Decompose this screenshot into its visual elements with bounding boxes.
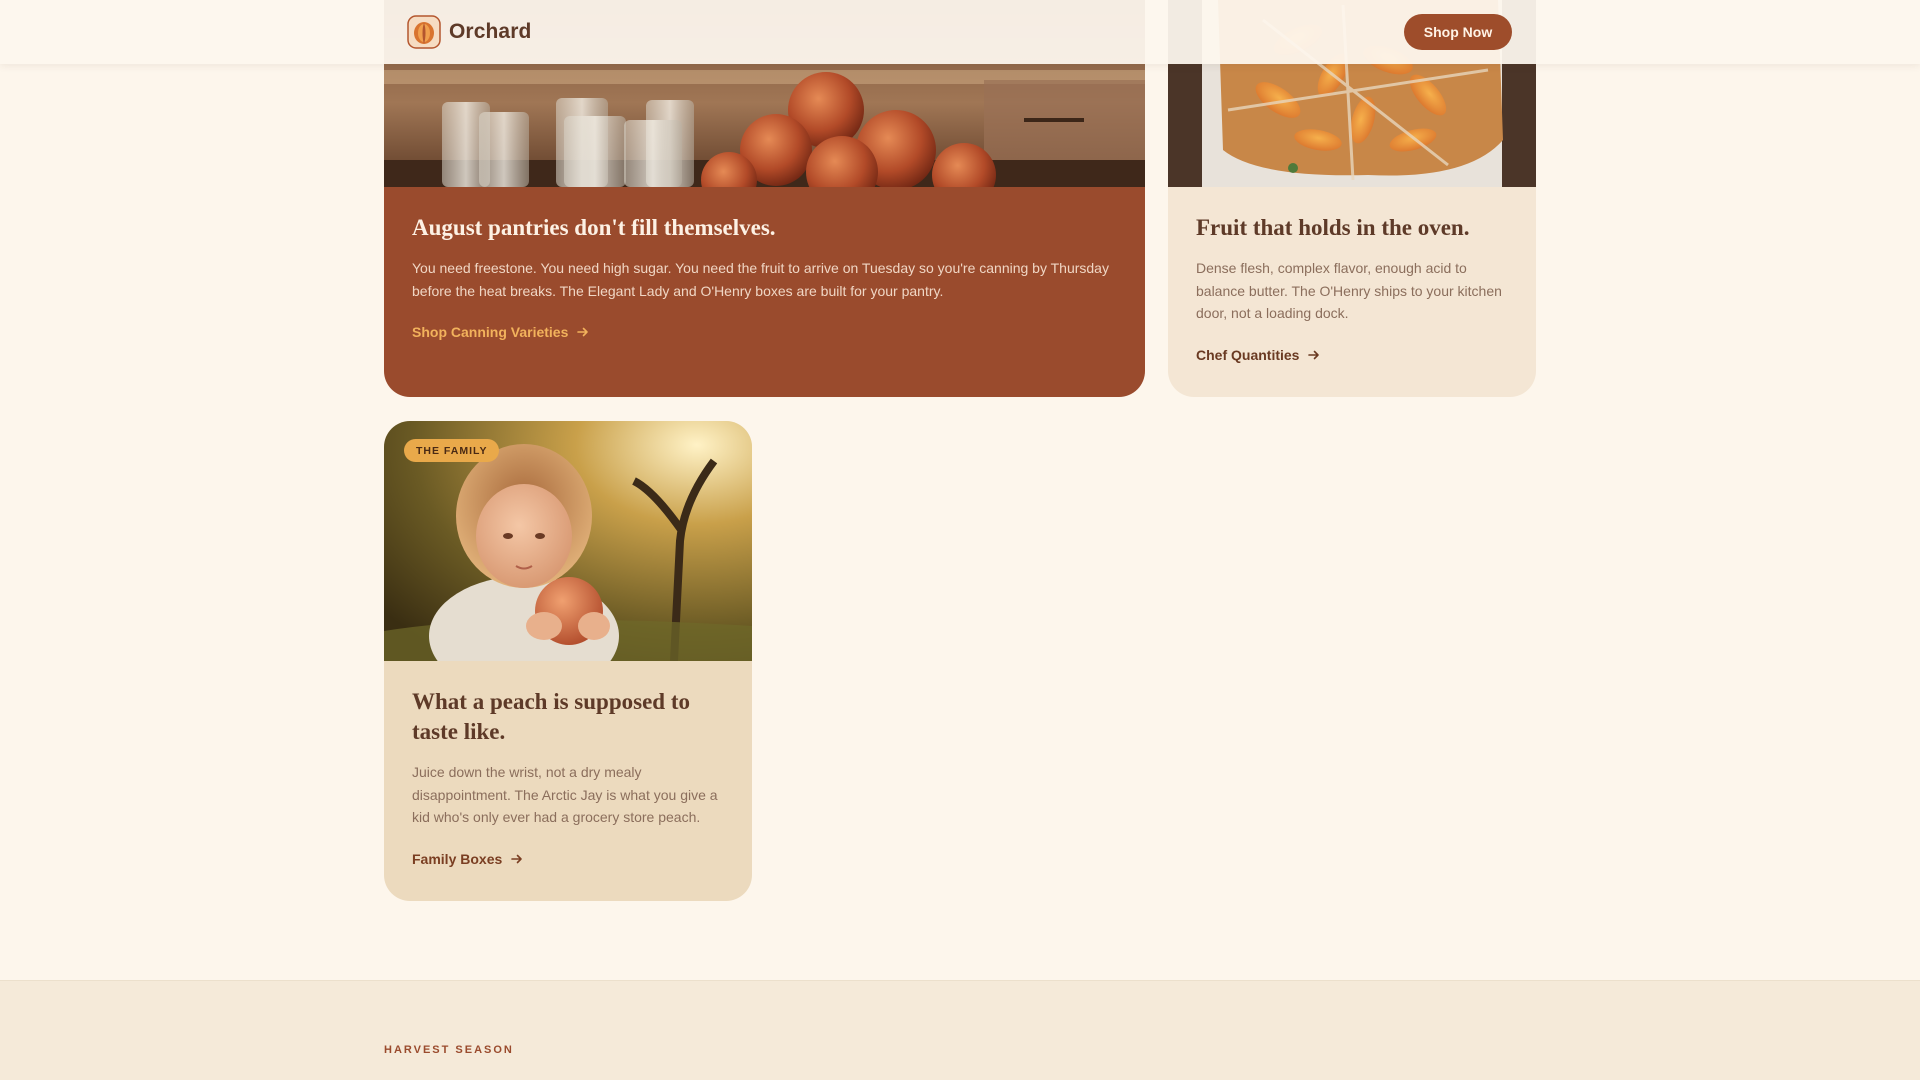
site-header: Orchard Shop Now [0,0,1920,64]
shop-canning-varieties-label: Shop Canning Varieties [412,324,569,340]
arrow-right-icon [577,327,589,337]
the-family-tag: THE FAMILY [404,439,500,462]
family-card: THE FAMILY What a peach is supposed to t… [384,421,752,901]
canning-card-body: August pantries don't fill themselves. Y… [412,213,1117,342]
harvest-season-eyebrow: HARVEST SEASON [384,1044,514,1056]
chef-quantities-link[interactable]: Chef Quantities [1196,347,1321,363]
canning-card-title: August pantries don't fill themselves. [412,215,776,240]
family-boxes-label: Family Boxes [412,850,503,867]
brand-link[interactable]: Orchard [407,14,531,50]
chef-card-title: Fruit that holds in the oven. [1196,215,1470,240]
arrow-right-icon [511,854,523,863]
family-card-title: What a peach is supposed to taste like. [412,689,690,744]
chef-card-body: Fruit that holds in the oven. Dense fles… [1196,213,1508,365]
harvest-season-section: HARVEST SEASON [0,980,1920,1080]
brand-name: Orchard [449,20,532,43]
shop-canning-varieties-link[interactable]: Shop Canning Varieties [412,324,590,340]
shop-now-button[interactable]: Shop Now [1404,14,1512,50]
family-boxes-link[interactable]: Family Boxes [412,851,524,867]
chef-card-text: Dense flesh, complex flavor, enough acid… [1196,260,1502,321]
chef-quantities-label: Chef Quantities [1196,346,1300,363]
arrow-right-icon [1308,350,1320,359]
canning-card-text: You need freestone. You need high sugar.… [412,260,1109,299]
peach-logo-icon [407,15,441,49]
family-card-body: What a peach is supposed to taste like. … [412,687,724,869]
family-card-text: Juice down the wrist, not a dry mealy di… [412,764,718,825]
